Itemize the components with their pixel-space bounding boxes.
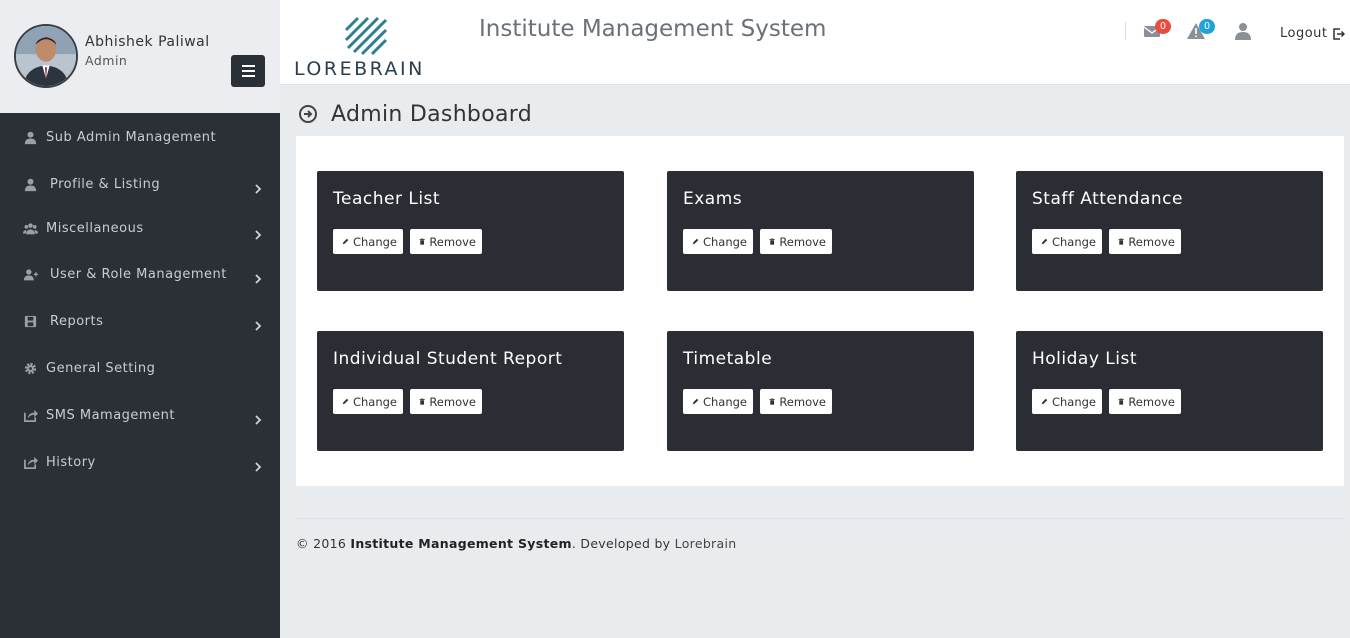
user-icon — [21, 129, 39, 145]
card-title: Teacher List — [333, 189, 441, 209]
messages-button[interactable]: 0 — [1143, 19, 1171, 42]
messages-badge: 0 — [1155, 19, 1171, 34]
alerts-button[interactable]: 0 — [1187, 19, 1215, 42]
logout-icon — [1332, 27, 1345, 40]
app-title: Institute Management System — [479, 16, 827, 42]
change-button[interactable]: Change — [1032, 389, 1102, 414]
logout-label: Logout — [1280, 26, 1328, 41]
remove-button[interactable]: Remove — [410, 229, 482, 254]
sidebar-item-label: History — [46, 454, 96, 470]
chevron-right-icon — [253, 457, 263, 472]
footer-developer-link[interactable]: Lorebrain — [675, 536, 737, 551]
sidebar-item-sms-management[interactable]: SMS Mamagement — [0, 395, 280, 435]
dashboard-card: Holiday List Change Remove — [1016, 331, 1323, 451]
hamburger-icon — [241, 65, 255, 67]
dashboard-panel: Teacher List Change Remove Exams Change … — [296, 136, 1344, 486]
profile-name: Abhishek Paliwal — [85, 34, 210, 50]
trash-icon — [1118, 398, 1124, 405]
sidebar-item-label: Profile & Listing — [50, 176, 161, 192]
top-header: LOREBRAIN Institute Management System 0 … — [280, 0, 1350, 85]
footer-divider — [296, 518, 1344, 519]
change-button[interactable]: Change — [1032, 229, 1102, 254]
remove-button[interactable]: Remove — [1109, 229, 1181, 254]
dashboard-card: Staff Attendance Change Remove — [1016, 171, 1323, 291]
change-button[interactable]: Change — [683, 389, 753, 414]
footer-app-name: Institute Management System — [350, 536, 572, 551]
alerts-badge: 0 — [1199, 19, 1215, 34]
circle-arrow-right-icon — [299, 105, 317, 123]
footer-developed-by: . Developed by — [571, 536, 671, 551]
trash-icon — [769, 398, 775, 405]
sidebar-item-label: General Setting — [46, 360, 156, 376]
share-icon — [21, 454, 39, 470]
save-icon — [21, 313, 39, 329]
page-title: Admin Dashboard — [331, 101, 532, 127]
user-icon — [1235, 23, 1251, 40]
share-icon — [21, 407, 39, 423]
sidebar: Abhishek Paliwal Admin Sub Admin Managem… — [0, 0, 280, 638]
pencil-icon — [1041, 238, 1048, 245]
user-plus-icon — [21, 266, 39, 282]
card-title: Timetable — [683, 349, 773, 369]
chevron-right-icon — [253, 225, 263, 240]
sidebar-item-user-role-management[interactable]: User & Role Management — [0, 254, 280, 294]
users-icon — [21, 220, 39, 236]
trash-icon — [419, 398, 425, 405]
brand-logo[interactable]: LOREBRAIN — [294, 14, 440, 80]
change-button[interactable]: Change — [683, 229, 753, 254]
sidebar-item-label: Sub Admin Management — [46, 129, 217, 145]
sidebar-item-sub-admin-management[interactable]: Sub Admin Management — [0, 117, 280, 157]
trash-icon — [769, 238, 775, 245]
profile-role: Admin — [85, 53, 128, 68]
menu-toggle-button[interactable] — [231, 55, 265, 87]
sidebar-item-label: Reports — [50, 313, 104, 329]
gear-icon — [21, 360, 39, 376]
card-title: Holiday List — [1032, 349, 1138, 369]
pencil-icon — [342, 238, 349, 245]
dashboard-card: Timetable Change Remove — [667, 331, 974, 451]
card-title: Exams — [683, 189, 743, 209]
sidebar-item-label: User & Role Management — [50, 266, 227, 282]
pencil-icon — [1041, 398, 1048, 405]
sidebar-item-miscellaneous[interactable]: Miscellaneous — [0, 208, 280, 248]
change-button[interactable]: Change — [333, 389, 403, 414]
dashboard-card: Individual Student Report Change Remove — [317, 331, 624, 451]
chevron-right-icon — [253, 410, 263, 425]
page-title-row: Admin Dashboard — [298, 100, 532, 128]
change-button[interactable]: Change — [333, 229, 403, 254]
sidebar-item-profile-listing[interactable]: Profile & Listing — [0, 164, 280, 204]
trash-icon — [419, 238, 425, 245]
sidebar-item-label: Miscellaneous — [46, 220, 144, 236]
sidebar-item-reports[interactable]: Reports — [0, 301, 280, 341]
avatar[interactable] — [14, 24, 78, 88]
remove-button[interactable]: Remove — [410, 389, 482, 414]
remove-button[interactable]: Remove — [1109, 389, 1181, 414]
logout-button[interactable]: Logout — [1280, 26, 1345, 41]
chevron-right-icon — [253, 179, 263, 194]
footer-copyright: © 2016 — [296, 536, 347, 551]
pencil-icon — [692, 238, 699, 245]
pencil-icon — [692, 398, 699, 405]
user-profile-button[interactable] — [1233, 22, 1255, 42]
sidebar-item-label: SMS Mamagement — [46, 407, 175, 423]
card-title: Individual Student Report — [333, 349, 563, 369]
pencil-icon — [342, 398, 349, 405]
card-title: Staff Attendance — [1032, 189, 1183, 209]
dashboard-card: Exams Change Remove — [667, 171, 974, 291]
chevron-right-icon — [253, 269, 263, 284]
remove-button[interactable]: Remove — [760, 229, 832, 254]
trash-icon — [1118, 238, 1124, 245]
logo-text: LOREBRAIN — [294, 58, 425, 80]
user-icon — [21, 176, 39, 192]
footer: © 2016 Institute Management System. Deve… — [296, 536, 736, 551]
remove-button[interactable]: Remove — [760, 389, 832, 414]
logo-mark-icon — [344, 16, 388, 56]
chevron-right-icon — [253, 316, 263, 331]
dashboard-card: Teacher List Change Remove — [317, 171, 624, 291]
sidebar-item-history[interactable]: History — [0, 442, 280, 482]
header-divider — [1125, 22, 1126, 40]
profile-panel: Abhishek Paliwal Admin — [0, 0, 280, 113]
sidebar-item-general-setting[interactable]: General Setting — [0, 348, 280, 388]
